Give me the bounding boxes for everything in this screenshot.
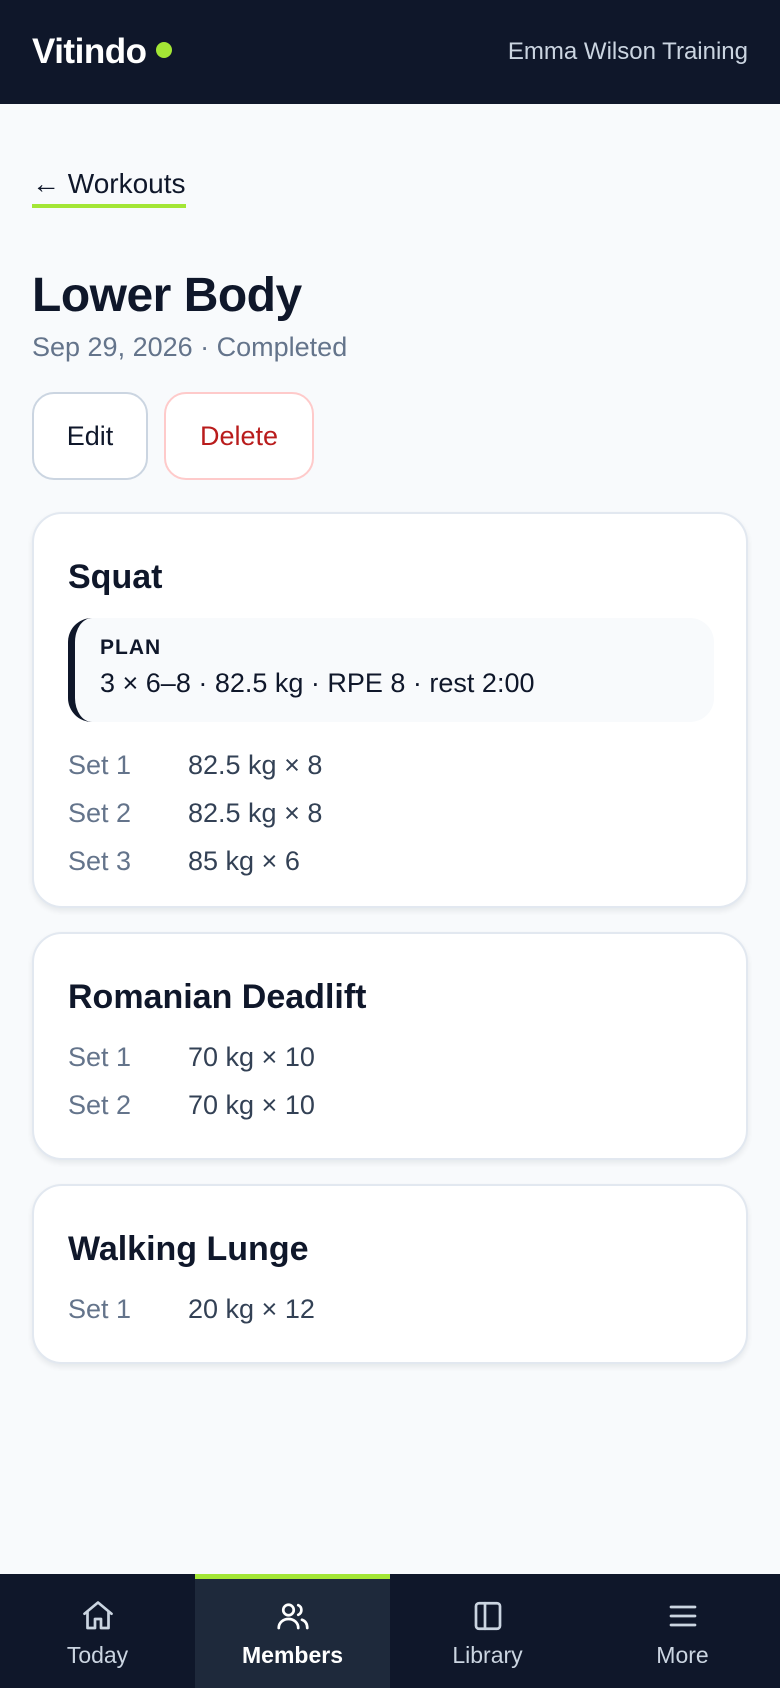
plan-details: 3 × 6–8 · 82.5 kg · RPE 8 · rest 2:00 [100, 668, 535, 698]
exercise-name: Squat [68, 558, 163, 596]
set-row: Set 1 20 kg × 12 [68, 1294, 315, 1325]
set-row: Set 1 70 kg × 10 [68, 1042, 315, 1073]
set-row: Set 1 82.5 kg × 8 [68, 750, 322, 781]
set-label: Set 1 [68, 750, 132, 780]
nav-label: Today [66, 1641, 129, 1668]
nav-label: More [656, 1641, 709, 1668]
set-row: Set 2 82.5 kg × 8 [68, 798, 322, 829]
exercise-card-romanian-deadlift: Romanian Deadlift Set 1 70 kg × 10 Set 2… [32, 932, 748, 1160]
workout-date-status: Sep 29, 2026 · Completed [32, 332, 348, 362]
set-value: 82.5 kg × 8 [188, 750, 323, 780]
page-title: Lower Body [32, 269, 302, 322]
nav-item-members[interactable]: Members [195, 1574, 390, 1688]
set-label: Set 1 [68, 1294, 132, 1324]
bottom-nav: Today Members Library More [0, 1574, 780, 1688]
plan-box: PLAN 3 × 6–8 · 82.5 kg · RPE 8 · rest 2:… [68, 618, 714, 722]
set-value: 85 kg × 6 [188, 846, 300, 876]
back-to-workouts-link[interactable]: ← Workouts [32, 168, 186, 208]
exercise-card-walking-lunge: Walking Lunge Set 1 20 kg × 12 [32, 1184, 748, 1364]
exercise-name: Walking Lunge [68, 1230, 309, 1268]
library-icon [474, 1601, 501, 1630]
home-icon [82, 1600, 113, 1629]
brand-name: Vitindo [32, 32, 147, 71]
top-bar: Vitindo Emma Wilson Training [0, 0, 780, 104]
set-value: 70 kg × 10 [188, 1090, 315, 1120]
menu-icon [669, 1605, 696, 1626]
nav-item-today[interactable]: Today [0, 1574, 195, 1688]
nav-item-more[interactable]: More [585, 1574, 780, 1688]
nav-item-library[interactable]: Library [390, 1574, 585, 1688]
delete-button[interactable]: Delete [164, 392, 314, 480]
nav-label: Members [242, 1641, 343, 1668]
account-name[interactable]: Emma Wilson Training [508, 38, 748, 66]
brand-dot-icon [156, 42, 173, 58]
set-value: 70 kg × 10 [188, 1042, 315, 1072]
users-icon [276, 1602, 309, 1629]
nav-label: Library [452, 1641, 523, 1668]
set-value: 82.5 kg × 8 [188, 798, 323, 828]
exercise-card-squat: Squat PLAN 3 × 6–8 · 82.5 kg · RPE 8 · r… [32, 512, 748, 908]
set-label: Set 2 [68, 1090, 132, 1120]
brand-logo[interactable]: Vitindo [32, 32, 173, 72]
exercise-name: Romanian Deadlift [68, 978, 367, 1016]
set-row: Set 2 70 kg × 10 [68, 1090, 315, 1121]
edit-button[interactable]: Edit [32, 392, 148, 480]
set-label: Set 2 [68, 798, 132, 828]
set-value: 20 kg × 12 [188, 1294, 315, 1324]
set-label: Set 3 [68, 846, 132, 876]
set-label: Set 1 [68, 1042, 132, 1072]
plan-label: PLAN [100, 636, 162, 659]
set-row: Set 3 85 kg × 6 [68, 846, 300, 877]
